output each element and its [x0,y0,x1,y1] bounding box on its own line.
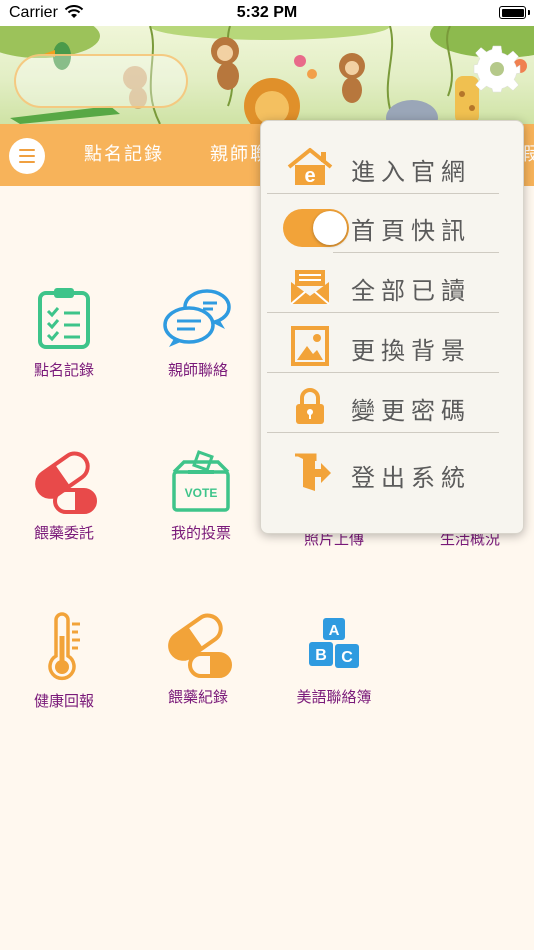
svg-text:B: B [315,647,327,664]
status-bar: Carrier 5:32 PM [0,0,534,26]
tile-label: 健康回報 [33,692,94,710]
menu-item-label: 變更密碼 [351,397,471,425]
tile-medicine-record[interactable]: 餵藥紀錄 [138,612,258,707]
menu-item-change-background[interactable]: 更換背景 [267,316,519,375]
tile-label: 點名記錄 [33,361,94,379]
menu-item-mark-all-read[interactable]: 全部已讀 [267,256,519,315]
tile-label: 我的投票 [170,524,231,542]
hamburger-menu-button[interactable] [9,138,45,174]
settings-dropdown-menu: e 進入官網 首頁快訊 全部已讀 更換背景 變更密碼 登出系統 [260,120,524,534]
tile-medicine-request[interactable]: 餵藥委託 [4,450,124,543]
medicine-capsule-icon [35,451,97,514]
menu-item-label: 登出系統 [351,464,471,492]
header-banner [0,26,534,124]
menu-item-label: 全部已讀 [351,277,471,305]
logout-door-icon [295,453,331,491]
tile-health-report[interactable]: 健康回報 [4,612,124,711]
abc-blocks-icon: A B C [309,618,359,668]
svg-text:VOTE: VOTE [185,486,218,500]
chat-bubbles-icon [163,289,231,347]
search-bubble[interactable] [14,54,188,108]
home-e-icon: e [287,148,333,187]
tile-attendance[interactable]: 點名記錄 [4,285,124,380]
lock-icon [296,388,324,424]
thermometer-icon [48,612,80,681]
menu-item-logout[interactable]: 登出系統 [267,443,519,502]
clock: 5:32 PM [236,4,298,21]
tile-label: 餵藥紀錄 [167,688,228,706]
svg-text:e: e [304,165,315,187]
svg-text:C: C [341,649,353,666]
menu-item-change-password[interactable]: 變更密碼 [267,376,519,435]
home-news-toggle[interactable] [283,209,349,247]
picture-icon [291,326,329,366]
medicine-record-icon [168,613,232,678]
menu-item-home-news[interactable]: 首頁快訊 [267,196,519,255]
tile-label: 餵藥委託 [33,524,94,542]
vote-box-icon: VOTE [172,450,230,512]
clipboard-checklist-icon [38,288,90,349]
tile-label: 親師聯絡 [167,361,228,379]
menu-item-label: 進入官網 [351,158,471,186]
tile-parent-contact[interactable]: 親師聯絡 [138,285,258,380]
tile-english-contact-book[interactable]: A B C 美語聯絡簿 [274,612,394,707]
nav-tab-attendance[interactable]: 點名記錄 [84,140,164,166]
battery-icon [499,6,530,19]
envelope-icon [290,270,330,305]
menu-item-official-website[interactable]: e 進入官網 [267,137,519,196]
gear-icon[interactable] [472,44,522,94]
svg-text:A: A [329,622,340,639]
tile-vote[interactable]: VOTE 我的投票 [141,450,261,543]
tile-label: 美語聯絡簿 [296,688,372,706]
menu-item-label: 更換背景 [351,337,471,365]
menu-item-label: 首頁快訊 [351,217,471,245]
